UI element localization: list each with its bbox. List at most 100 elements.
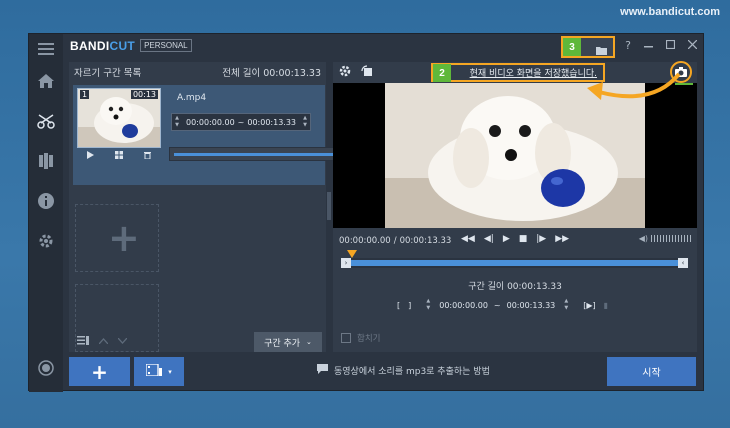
split-icon[interactable] <box>37 152 55 170</box>
logo-accent: CUT <box>109 38 136 53</box>
next-segment-icon[interactable]: ▶▶ <box>555 234 569 244</box>
trash-icon[interactable] <box>143 151 151 162</box>
maximize-button[interactable] <box>665 39 676 52</box>
howto-text[interactable]: 동영상에서 소리를 mp3로 추출하는 방법 <box>334 364 490 377</box>
grid-icon[interactable] <box>114 150 123 162</box>
left-sidebar <box>29 34 63 392</box>
howto-link[interactable]: 동영상에서 소리를 mp3로 추출하는 방법 <box>317 364 490 377</box>
rotate-icon[interactable] <box>361 65 373 80</box>
volume-bar[interactable] <box>651 235 691 242</box>
add-file-button[interactable]: + <box>69 357 130 386</box>
play-icon[interactable]: ▶ <box>503 234 510 244</box>
bottom-bar: + ▾ 동영상에서 소리를 mp3로 추출하는 방법 시작 <box>63 354 703 392</box>
encoding-mode-button[interactable]: ▾ <box>134 357 184 386</box>
merge-label: 합치기 <box>357 334 381 344</box>
seg-start-spinner-icon[interactable]: ▲ ▼ <box>423 297 433 313</box>
add-segment-label: 구간 추가 <box>264 338 301 349</box>
total-length: 전체 길이 00:00:13.33 <box>222 65 321 79</box>
home-icon[interactable] <box>37 72 55 90</box>
current-time: 00:00:00.00 <box>339 236 391 246</box>
clip-filename: A.mp4 <box>177 93 207 103</box>
plus-icon: + <box>91 359 108 384</box>
start-button[interactable]: 시작 <box>607 357 696 386</box>
merge-checkbox[interactable] <box>341 333 351 343</box>
close-button[interactable] <box>687 39 698 52</box>
volume-control[interactable]: ◀) <box>639 234 691 243</box>
total-length-label: 전체 길이 <box>222 67 261 79</box>
empty-clip-slot[interactable]: + <box>75 204 159 272</box>
move-down-icon[interactable] <box>117 337 128 347</box>
time-separator: / <box>393 236 397 246</box>
callout-arrow-icon <box>587 72 681 100</box>
clip-index: 1 <box>80 90 90 99</box>
chat-bubble-icon <box>317 364 328 377</box>
playback-controls: ◀◀ ◀| ▶ ■ |▶ ▶▶ <box>461 234 569 244</box>
clip-range-separator: ~ <box>237 117 245 127</box>
clip-list-header: 자르기 구간 목록 전체 길이 00:00:13.33 <box>69 62 326 81</box>
clip-range-field[interactable]: ▲ ▼ 00:00:00.00 ~ 00:00:13.33 ▲ ▼ <box>171 113 311 131</box>
minimize-button[interactable] <box>644 39 653 52</box>
plus-icon: + <box>108 216 140 260</box>
segment-range-separator: ~ <box>493 300 501 310</box>
segment-end[interactable]: 00:00:13.33 <box>507 301 556 310</box>
timeline-track[interactable]: › ‹ <box>341 250 688 268</box>
panel-splitter[interactable] <box>327 192 331 220</box>
set-start-bracket-icon[interactable]: [ <box>397 301 400 310</box>
app-logo: BANDICUT <box>70 39 135 53</box>
settings-gear-icon[interactable] <box>339 65 351 80</box>
seg-end-spinner-icon[interactable]: ▲ ▼ <box>561 297 571 313</box>
record-icon[interactable] <box>37 359 55 377</box>
add-segment-button[interactable]: 구간 추가 ⌄ <box>254 332 322 352</box>
cut-icon[interactable] <box>37 112 55 130</box>
settings-gear-icon[interactable] <box>37 232 55 250</box>
total-length-value: 00:00:13.33 <box>263 67 321 79</box>
clip-duration: 00:13 <box>130 90 158 99</box>
play-segment-icon[interactable]: [▶] <box>583 301 595 310</box>
stop-icon[interactable]: ■ <box>519 234 528 244</box>
playhead-marker[interactable] <box>347 250 357 258</box>
edition-badge: PERSONAL <box>140 39 192 52</box>
set-end-bracket-icon[interactable]: ] <box>408 301 411 310</box>
segment-range-field[interactable]: ▲ ▼ 00:00:00.00 ~ 00:00:13.33 ▲ ▼ <box>419 296 575 314</box>
play-clip-icon[interactable] <box>87 150 95 162</box>
film-icon <box>145 363 163 379</box>
clip-list-panel: 자르기 구간 목록 전체 길이 00:00:13.33 1 00:13 A.mp… <box>69 62 326 352</box>
clip-thumbnail[interactable]: 1 00:13 <box>77 88 161 148</box>
step-back-icon[interactable]: ◀| <box>484 234 494 244</box>
segment-block-icon[interactable]: ▮ <box>604 301 608 310</box>
start-handle-icon[interactable]: › <box>341 258 351 268</box>
clip-list-footer: 구간 추가 ⌄ <box>69 330 326 354</box>
list-menu-icon[interactable] <box>77 336 89 348</box>
step3-badge: 3 <box>563 38 581 56</box>
drag-indicator-fill <box>174 153 334 156</box>
clip-start[interactable]: 00:00:00.00 <box>186 118 235 127</box>
start-spinner-icon[interactable]: ▲ ▼ <box>172 114 182 130</box>
step-forward-icon[interactable]: |▶ <box>536 234 546 244</box>
snapshot-saved-message: 2 현재 비디오 화면을 저장했습니다. <box>431 63 605 82</box>
logo-main: BANDI <box>70 38 110 53</box>
clip-toolbar <box>77 149 161 163</box>
segment-start[interactable]: 00:00:00.00 <box>439 301 488 310</box>
end-handle-icon[interactable]: ‹ <box>678 258 688 268</box>
speaker-icon[interactable]: ◀) <box>639 234 648 243</box>
end-spinner-icon[interactable]: ▲ ▼ <box>300 114 310 130</box>
segment-range-row: [ ] ▲ ▼ 00:00:00.00 ~ 00:00:13.33 ▲ ▼ [▶] … <box>397 296 608 314</box>
info-icon[interactable] <box>37 192 55 210</box>
clip-end[interactable]: 00:00:13.33 <box>247 118 296 127</box>
clip-list-title: 자르기 구간 목록 <box>74 67 142 79</box>
segment-length-label: 구간 길이 <box>468 282 505 292</box>
help-button[interactable]: ? <box>625 39 631 52</box>
merge-option[interactable]: 합치기 <box>341 332 380 344</box>
timeline-selection <box>347 260 682 266</box>
step3-highlight: 3 <box>561 36 615 58</box>
prev-segment-icon[interactable]: ◀◀ <box>461 234 475 244</box>
chevron-down-icon: ▾ <box>168 367 172 376</box>
menu-icon[interactable] <box>37 40 55 58</box>
clip-item[interactable]: 1 00:13 A.mp4 ▲ ▼ 00:00:00.00 ~ 00:00:13.… <box>73 85 325 185</box>
total-time: 00:00:13.33 <box>399 236 452 246</box>
move-up-icon[interactable] <box>98 337 109 347</box>
window-controls: ? <box>625 34 698 57</box>
segment-length: 구간 길이 00:00:13.33 <box>333 279 697 292</box>
open-folder-icon[interactable] <box>596 41 608 60</box>
site-watermark: www.bandicut.com <box>620 6 720 18</box>
